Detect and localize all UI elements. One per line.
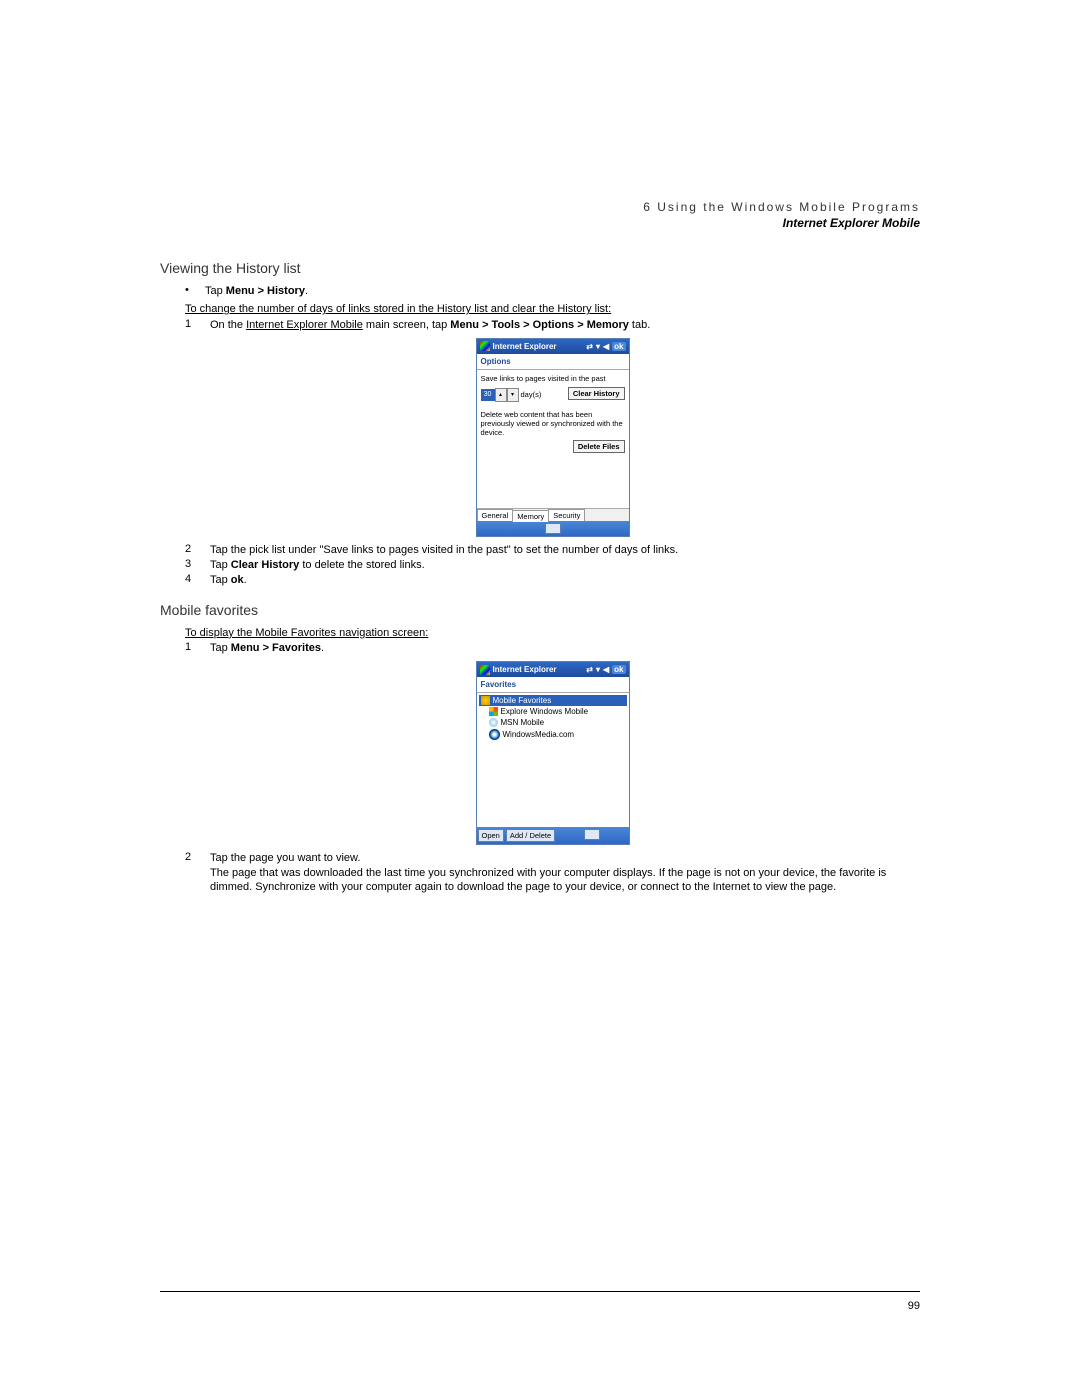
bullet-tap-history: • Tap Menu > History. xyxy=(185,284,920,298)
tab-general[interactable]: General xyxy=(477,509,514,521)
star-icon xyxy=(481,696,490,705)
ok-button[interactable]: ok xyxy=(612,342,625,351)
favorites-list: Mobile Favorites Explore Windows Mobile MS… xyxy=(477,693,629,827)
clear-history-button[interactable]: Clear History xyxy=(568,387,625,400)
favorite-label: Explore Windows Mobile xyxy=(501,707,589,716)
favorite-label: Mobile Favorites xyxy=(493,696,552,705)
favorite-item[interactable]: WindowsMedia.com xyxy=(479,728,627,741)
favorite-item[interactable]: Mobile Favorites xyxy=(479,695,627,706)
chapter-title: 6 Using the Windows Mobile Programs xyxy=(160,200,920,214)
subhead-display-favorites: To display the Mobile Favorites navigati… xyxy=(185,626,920,640)
volume-icon: ◀ xyxy=(603,342,609,351)
step-3: 3 Tap Clear History to delete the stored… xyxy=(185,558,920,572)
spin-up-icon[interactable]: ▴ xyxy=(495,388,507,402)
step-1: 1 On the Internet Explorer Mobile main s… xyxy=(185,318,920,332)
favorite-label: MSN Mobile xyxy=(501,718,545,727)
favorite-item[interactable]: MSN Mobile xyxy=(479,717,627,728)
keyboard-icon[interactable] xyxy=(545,523,561,534)
ok-button[interactable]: ok xyxy=(612,665,625,674)
wm-titlebar: Internet Explorer ⇄ ▾ ◀ ok xyxy=(477,339,629,354)
delete-content-label: Delete web content that has been previou… xyxy=(481,410,625,437)
tab-memory[interactable]: Memory xyxy=(512,510,549,522)
favorites-title: Favorites xyxy=(477,677,629,693)
wmedia-icon xyxy=(489,729,500,740)
heading-mobile-favorites: Mobile favorites xyxy=(160,602,920,618)
page-header: 6 Using the Windows Mobile Programs Inte… xyxy=(160,200,920,230)
delete-files-button[interactable]: Delete Files xyxy=(573,440,625,453)
winlogo-icon xyxy=(489,707,498,716)
start-icon[interactable] xyxy=(480,665,490,675)
options-tabs: General Memory Security xyxy=(477,508,629,521)
days-spinner[interactable]: 30 ▴ ▾ day(s) xyxy=(481,388,542,402)
start-icon[interactable] xyxy=(480,341,490,351)
page-number: 99 xyxy=(908,1300,920,1312)
msn-icon xyxy=(489,718,498,727)
volume-icon: ◀ xyxy=(603,665,609,674)
options-title: Options xyxy=(477,354,629,370)
wm-titlebar: Internet Explorer ⇄ ▾ ◀ ok xyxy=(477,662,629,677)
soft-add-delete-button[interactable]: Add / Delete xyxy=(506,829,555,842)
connectivity-icon: ⇄ xyxy=(586,342,593,351)
screenshot-options-memory: Internet Explorer ⇄ ▾ ◀ ok Options Save … xyxy=(476,338,630,537)
spin-down-icon[interactable]: ▾ xyxy=(507,388,519,402)
wm-bottombar xyxy=(477,521,629,536)
save-links-label: Save links to pages visited in the past xyxy=(481,374,625,383)
fav-step-2: 2 Tap the page you want to view. The pag… xyxy=(185,851,920,894)
connectivity-icon: ⇄ xyxy=(586,665,593,674)
screenshot-favorites: Internet Explorer ⇄ ▾ ◀ ok Favorites Mob… xyxy=(476,661,630,845)
bullet-marker: • xyxy=(185,284,205,298)
soft-open-button[interactable]: Open xyxy=(478,829,504,842)
favorite-label: WindowsMedia.com xyxy=(503,730,575,739)
wm-bottombar: Open Add / Delete xyxy=(477,827,629,844)
section-title: Internet Explorer Mobile xyxy=(160,216,920,230)
tab-security[interactable]: Security xyxy=(548,509,585,521)
favorite-item[interactable]: Explore Windows Mobile xyxy=(479,706,627,717)
heading-viewing-history: Viewing the History list xyxy=(160,260,920,276)
footer-rule xyxy=(160,1291,920,1292)
keyboard-icon[interactable] xyxy=(584,829,600,840)
signal-icon: ▾ xyxy=(596,665,600,674)
fav-step-1: 1 Tap Menu > Favorites. xyxy=(185,641,920,655)
subhead-change-history: To change the number of days of links st… xyxy=(185,302,920,316)
step-2: 2 Tap the pick list under "Save links to… xyxy=(185,543,920,557)
signal-icon: ▾ xyxy=(596,342,600,351)
step-4: 4 Tap ok. xyxy=(185,573,920,587)
